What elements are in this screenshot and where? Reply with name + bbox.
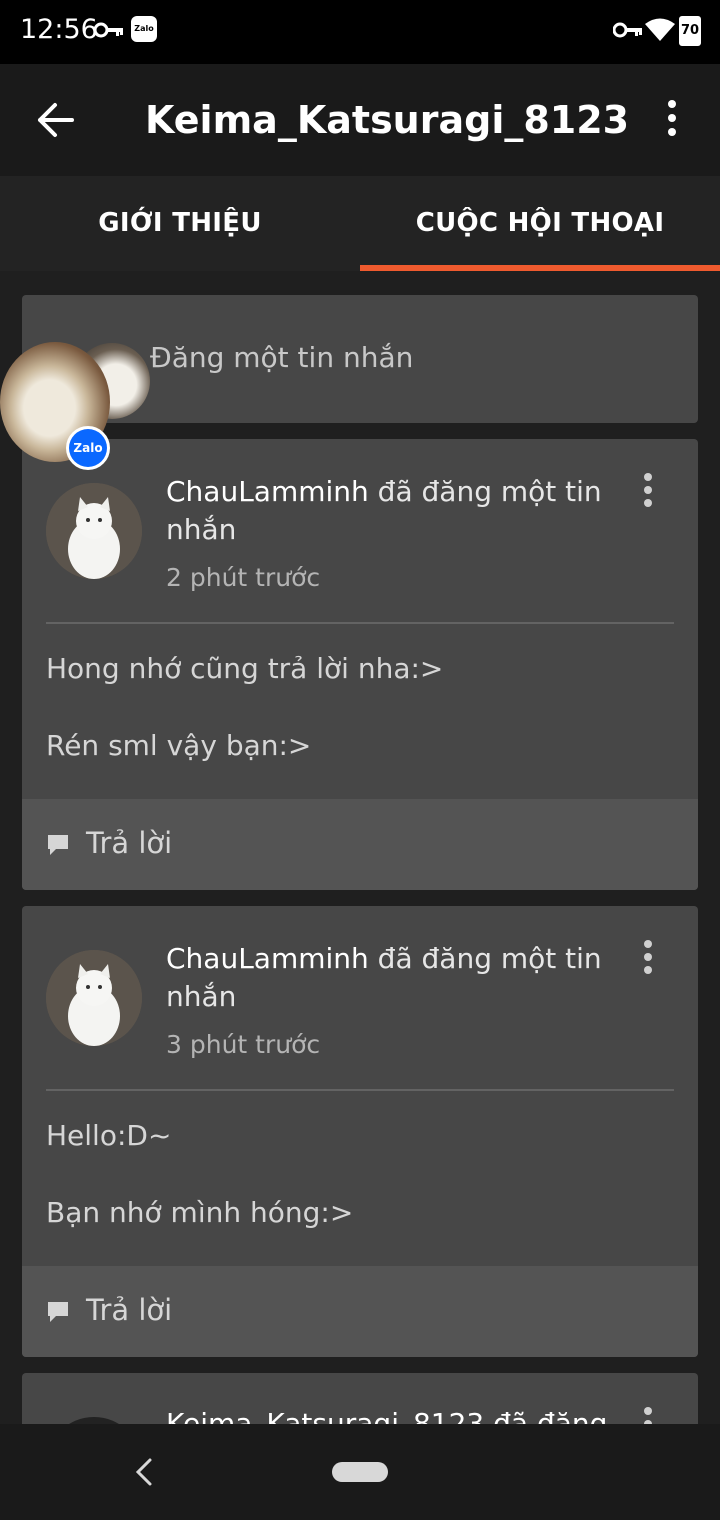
post-card: ChauLamminh đã đăng một tin nhắn 3 phút … (22, 906, 698, 1357)
status-bar: 12:56 Zalo 70 (0, 0, 720, 64)
post-composer[interactable]: Đăng một tin nhắn (22, 295, 698, 423)
composer-placeholder[interactable]: Đăng một tin nhắn (150, 341, 413, 374)
reply-button[interactable]: Trả lời (22, 1266, 698, 1357)
wifi-icon (645, 18, 675, 41)
post-header: Keima_Katsuragi_8123 đã đăng (166, 1407, 607, 1424)
post-author[interactable]: Keima_Katsuragi_8123 (166, 1407, 484, 1424)
tab-conversations[interactable]: CUỘC HỘI THOẠI (360, 176, 720, 271)
post-timestamp: 3 phút trước (166, 1030, 321, 1059)
more-vertical-icon[interactable] (634, 1405, 662, 1424)
divider (46, 1089, 674, 1091)
zalo-notification-icon: Zalo (131, 16, 157, 42)
tab-bar: GIỚI THIỆU CUỘC HỘI THOẠI (0, 176, 720, 272)
key-icon (613, 22, 642, 38)
app-bar: Keima_Katsuragi_8123 (0, 64, 720, 176)
divider (46, 622, 674, 624)
post-author[interactable]: ChauLamminh (166, 942, 369, 975)
post-card: Keima_Katsuragi_8123 đã đăng (22, 1373, 698, 1424)
post-message-line: Bạn nhớ mình hóng:> (46, 1196, 354, 1229)
page-title: Keima_Katsuragi_8123 (145, 98, 630, 142)
post-author[interactable]: ChauLamminh (166, 475, 369, 508)
avatar[interactable] (46, 950, 142, 1046)
comment-icon (48, 835, 68, 855)
arrow-left-icon[interactable] (34, 94, 78, 146)
floating-chat-head[interactable]: Zalo (0, 342, 110, 470)
post-action: đã đăng (484, 1407, 608, 1424)
more-vertical-icon[interactable] (634, 938, 662, 978)
more-vertical-icon[interactable] (634, 471, 662, 511)
battery-level: 70 (681, 23, 700, 38)
key-icon (94, 22, 123, 38)
avatar[interactable] (46, 483, 142, 579)
system-nav-bar (0, 1424, 720, 1520)
more-vertical-icon[interactable] (652, 98, 692, 142)
post-timestamp: 2 phút trước (166, 563, 321, 592)
nav-home-pill[interactable] (332, 1462, 388, 1482)
status-time: 12:56 (20, 14, 98, 45)
comment-icon (48, 1302, 68, 1322)
battery-icon: 70 (679, 16, 701, 46)
post-message-line: Rén sml vậy bạn:> (46, 729, 312, 762)
post-header: ChauLamminh đã đăng một tin nhắn (166, 473, 636, 549)
post-card: ChauLamminh đã đăng một tin nhắn 2 phút … (22, 439, 698, 890)
zalo-badge-label: Zalo (69, 429, 107, 467)
post-header: ChauLamminh đã đăng một tin nhắn (166, 940, 636, 1016)
tab-about[interactable]: GIỚI THIỆU (0, 176, 360, 271)
post-message-line: Hello:D~ (46, 1119, 172, 1152)
reply-label: Trả lời (86, 826, 173, 860)
reply-button[interactable]: Trả lời (22, 799, 698, 890)
avatar[interactable] (46, 1417, 142, 1424)
reply-label: Trả lời (86, 1293, 173, 1327)
nav-back-icon[interactable] (132, 1456, 156, 1488)
zalo-badge: Zalo (66, 426, 110, 470)
post-message-line: Hong nhớ cũng trả lời nha:> (46, 652, 444, 685)
